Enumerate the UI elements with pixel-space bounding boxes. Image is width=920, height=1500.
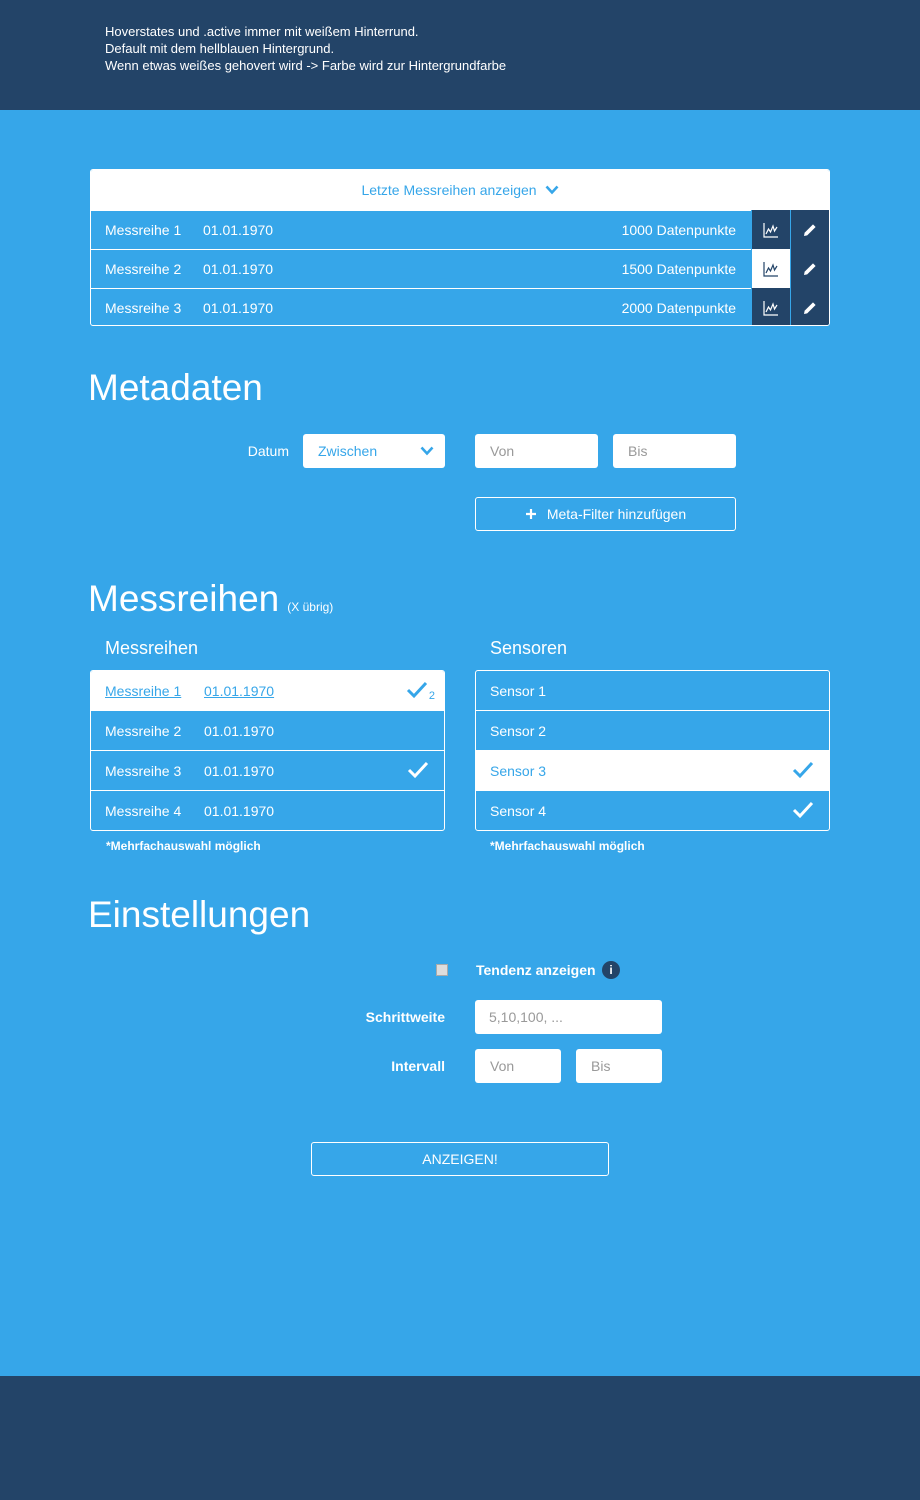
edit-button[interactable] [790,210,829,250]
recent-row-name: Messreihe 3 [105,300,182,316]
sensors-column-title: Sensoren [490,638,568,658]
series-item-date: 01.01.1970 [204,802,275,819]
series-item-name: Messreihe 3 [105,762,182,779]
design-notes: Hoverstates und .active immer mit weißem… [105,23,506,74]
sensors-footnote: *Mehrfachauswahl möglich [490,839,645,853]
plus-icon [525,509,536,519]
recent-series-toggle[interactable]: Letzte Messreihen anzeigen [91,170,829,210]
series-item-date: 01.01.1970 [204,682,275,699]
chart-button[interactable] [751,249,790,289]
date-label: Datum [247,443,289,459]
recent-series-toggle-label: Letzte Messreihen anzeigen [361,182,537,198]
sensor-item-name: Sensor 2 [490,722,547,739]
sensors-list: Sensor 1 Sensor 2 Sensor 3 Sensor 4 [475,670,830,831]
line-chart-icon [763,262,778,277]
check-icon [792,801,814,819]
series-list: Messreihe 1 01.01.1970 2 Messreihe 2 01.… [90,670,445,831]
footer-bar [0,1376,920,1500]
add-meta-filter-label: Meta-Filter hinzufügen [546,506,687,522]
interval-label: Intervall [391,1058,445,1074]
series-item[interactable]: Messreihe 1 01.01.1970 2 [91,671,444,710]
series-footnote: *Mehrfachauswahl möglich [106,839,261,853]
sensor-item[interactable]: Sensor 2 [476,710,829,750]
step-input[interactable]: 5,10,100, ... [475,1000,662,1034]
recent-row-date: 01.01.1970 [203,261,274,277]
note-line-3: Wenn etwas weißes gehovert wird -> Farbe… [105,58,507,73]
series-item-date: 01.01.1970 [204,722,275,739]
settings-heading: Einstellungen [88,894,311,935]
series-column-title: Messreihen [105,638,199,658]
series-item-date: 01.01.1970 [204,762,275,779]
check-icon [407,761,429,779]
recent-series-panel: Letzte Messreihen anzeigen Messreihe 1 0… [90,169,830,326]
edit-button[interactable] [790,249,829,289]
recent-row-name: Messreihe 1 [105,222,182,238]
recent-row-points: 1500 Datenpunkte [621,261,736,277]
note-line-2: Default mit dem hellblauen Hintergrund. [105,41,335,56]
chart-button[interactable] [751,288,790,325]
series-item[interactable]: Messreihe 2 01.01.1970 [91,710,444,750]
sensor-item-name: Sensor 4 [490,802,547,819]
series-item-name: Messreihe 4 [105,802,182,819]
chevron-down-icon [420,446,434,456]
recent-row[interactable]: Messreihe 2 01.01.1970 1500 Datenpunkte [91,249,829,289]
info-icon[interactable]: i [602,961,620,979]
trend-checkbox[interactable] [436,964,448,976]
recent-row-date: 01.01.1970 [203,222,274,238]
recent-row-points: 2000 Datenpunkte [621,300,736,316]
recent-row-name: Messreihe 2 [105,261,182,277]
series-heading: Messreihen [88,578,280,619]
interval-to-input[interactable]: Bis [576,1049,662,1083]
date-mode-select-value: Zwischen [318,443,378,459]
line-chart-icon [763,301,778,316]
check-icon [406,681,428,699]
series-item[interactable]: Messreihe 4 01.01.1970 [91,790,444,830]
pencil-icon [804,263,816,275]
check-icon [792,761,814,779]
sensor-item[interactable]: Sensor 1 [476,671,829,710]
chart-button[interactable] [751,210,790,250]
sensor-item-name: Sensor 1 [490,682,547,699]
series-remaining: (X übrig) [287,600,334,614]
interval-from-input[interactable]: Von [475,1049,561,1083]
recent-row[interactable]: Messreihe 1 01.01.1970 1000 Datenpunkte [91,210,829,250]
edit-button[interactable] [790,288,829,325]
trend-label: Tendenz anzeigen [476,962,596,978]
pencil-icon [804,224,816,236]
note-line-1: Hoverstates und .active immer mit weißem… [105,24,419,39]
series-item-name: Messreihe 1 [105,682,182,699]
sensor-item-name: Sensor 3 [490,762,547,779]
line-chart-icon [763,223,778,238]
recent-row-date: 01.01.1970 [203,300,274,316]
recent-row-points: 1000 Datenpunkte [621,222,736,238]
date-from-input[interactable]: Von [475,434,598,468]
step-label: Schrittweite [365,1009,445,1025]
metadata-heading: Metadaten [88,367,263,408]
date-mode-select[interactable]: Zwischen [303,434,445,468]
submit-button[interactable]: ANZEIGEN! [311,1142,609,1176]
pencil-icon [804,302,816,314]
sensor-item[interactable]: Sensor 3 [476,750,829,790]
series-item-name: Messreihe 2 [105,722,182,739]
sensor-item[interactable]: Sensor 4 [476,790,829,830]
top-notes-bar: Hoverstates und .active immer mit weißem… [0,0,920,110]
date-to-input[interactable]: Bis [613,434,736,468]
series-item[interactable]: Messreihe 3 01.01.1970 [91,750,444,790]
series-heading-wrap: Messreihen (X übrig) [88,578,333,620]
selection-count: 2 [428,690,435,702]
add-meta-filter-button[interactable]: Meta-Filter hinzufügen [475,497,736,531]
chevron-down-icon [545,185,559,195]
recent-row[interactable]: Messreihe 3 01.01.1970 2000 Datenpunkte [91,288,829,325]
